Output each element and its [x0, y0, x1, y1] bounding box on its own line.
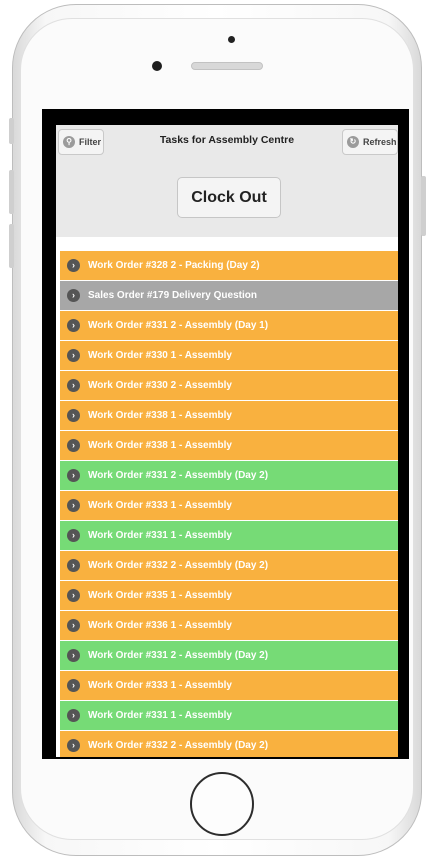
task-list: › Work Order #328 2 - Packing (Day 2) › Sal…: [60, 251, 398, 757]
task-row[interactable]: › Work Order #333 1 - Assembly: [60, 491, 398, 520]
chevron-right-icon: ›: [67, 499, 80, 512]
task-row[interactable]: › Work Order #332 2 - Assembly (Day 2): [60, 731, 398, 757]
volume-down-button: [9, 224, 14, 268]
clock-out-button[interactable]: Clock Out: [177, 177, 281, 218]
chevron-right-icon: ›: [67, 289, 80, 302]
task-label: Work Order #331 2 - Assembly (Day 2): [88, 650, 269, 661]
app-header: ⚲ Filter Tasks for Assembly Centre ↻ Ref…: [56, 125, 398, 237]
task-label: Work Order #335 1 - Assembly: [88, 590, 232, 601]
task-label: Work Order #331 1 - Assembly: [88, 710, 232, 721]
power-button: [421, 176, 426, 236]
task-row[interactable]: › Work Order #330 2 - Assembly: [60, 371, 398, 400]
task-label: Work Order #328 2 - Packing (Day 2): [88, 260, 260, 271]
task-row[interactable]: › Work Order #331 1 - Assembly: [60, 701, 398, 730]
refresh-icon: ↻: [347, 136, 359, 148]
volume-up-button: [9, 170, 14, 214]
refresh-button[interactable]: ↻ Refresh: [342, 129, 398, 155]
chevron-right-icon: ›: [67, 529, 80, 542]
chevron-right-icon: ›: [67, 559, 80, 572]
task-row[interactable]: › Work Order #331 2 - Assembly (Day 2): [60, 461, 398, 490]
task-label: Work Order #338 1 - Assembly: [88, 440, 232, 451]
task-label: Work Order #330 2 - Assembly: [88, 380, 232, 391]
refresh-label: Refresh: [363, 137, 397, 147]
task-row[interactable]: › Work Order #332 2 - Assembly (Day 2): [60, 551, 398, 580]
silent-switch: [9, 118, 14, 144]
chevron-right-icon: ›: [67, 259, 80, 272]
task-row[interactable]: › Work Order #328 2 - Packing (Day 2): [60, 251, 398, 280]
chevron-right-icon: ›: [67, 589, 80, 602]
chevron-right-icon: ›: [67, 649, 80, 662]
task-label: Work Order #333 1 - Assembly: [88, 680, 232, 691]
task-label: Work Order #330 1 - Assembly: [88, 350, 232, 361]
chevron-right-icon: ›: [67, 319, 80, 332]
chevron-right-icon: ›: [67, 469, 80, 482]
task-label: Work Order #332 2 - Assembly (Day 2): [88, 740, 269, 751]
task-row[interactable]: › Work Order #331 1 - Assembly: [60, 521, 398, 550]
chevron-right-icon: ›: [67, 409, 80, 422]
front-camera: [152, 61, 162, 71]
task-row[interactable]: › Sales Order #179 Delivery Question: [60, 281, 398, 310]
chevron-right-icon: ›: [67, 349, 80, 362]
home-button[interactable]: [190, 772, 254, 836]
task-row[interactable]: › Work Order #338 1 - Assembly: [60, 431, 398, 460]
task-label: Work Order #331 2 - Assembly (Day 1): [88, 320, 269, 331]
chevron-right-icon: ›: [67, 379, 80, 392]
chevron-right-icon: ›: [67, 709, 80, 722]
task-label: Work Order #332 2 - Assembly (Day 2): [88, 560, 269, 571]
task-row[interactable]: › Work Order #335 1 - Assembly: [60, 581, 398, 610]
task-label: Work Order #331 2 - Assembly (Day 2): [88, 470, 269, 481]
task-label: Work Order #338 1 - Assembly: [88, 410, 232, 421]
chevron-right-icon: ›: [67, 619, 80, 632]
app-view: ⚲ Filter Tasks for Assembly Centre ↻ Ref…: [56, 125, 398, 757]
proximity-sensor: [228, 36, 235, 43]
task-row[interactable]: › Work Order #336 1 - Assembly: [60, 611, 398, 640]
task-label: Work Order #331 1 - Assembly: [88, 530, 232, 541]
task-row[interactable]: › Work Order #333 1 - Assembly: [60, 671, 398, 700]
chevron-right-icon: ›: [67, 439, 80, 452]
earpiece-speaker: [191, 62, 263, 70]
task-row[interactable]: › Work Order #331 2 - Assembly (Day 1): [60, 311, 398, 340]
chevron-right-icon: ›: [67, 679, 80, 692]
task-label: Work Order #333 1 - Assembly: [88, 500, 232, 511]
phone-screen: ⚲ Filter Tasks for Assembly Centre ↻ Ref…: [42, 109, 409, 759]
chevron-right-icon: ›: [67, 739, 80, 752]
task-row[interactable]: › Work Order #338 1 - Assembly: [60, 401, 398, 430]
task-label: Sales Order #179 Delivery Question: [88, 290, 257, 301]
task-row[interactable]: › Work Order #331 2 - Assembly (Day 2): [60, 641, 398, 670]
task-label: Work Order #336 1 - Assembly: [88, 620, 232, 631]
task-row[interactable]: › Work Order #330 1 - Assembly: [60, 341, 398, 370]
